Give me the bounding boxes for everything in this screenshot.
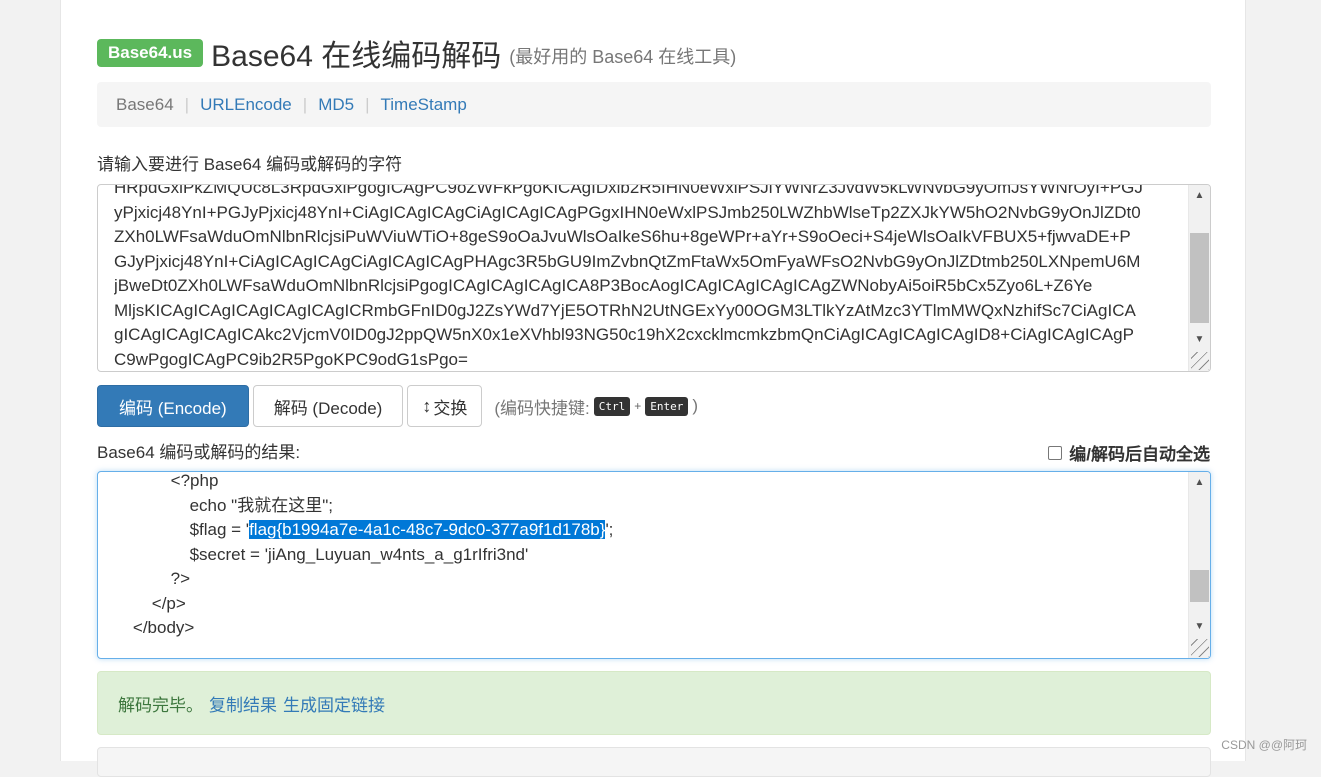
shortcut-plus: + [634, 399, 641, 413]
enter-key: Enter [645, 397, 688, 416]
autoselect-checkbox[interactable] [1048, 446, 1062, 460]
input-line: C9wPgogICAgPC9ib2R5PgoKPC9odG1sPgo= [114, 348, 1184, 373]
output-line: echo "我就在这里"; [114, 494, 1184, 519]
output-text[interactable]: <?php echo "我就在这里"; $flag = 'flag{b1994a… [114, 471, 1184, 641]
output-line: <?php [114, 471, 1184, 494]
input-line: MljsKICAgICAgICAgICAgICAgICRmbGFnID0gJ2Z… [114, 299, 1184, 324]
scroll-thumb[interactable] [1190, 570, 1209, 602]
copy-result-link[interactable]: 复制结果 [209, 691, 277, 716]
nav-separator: | [303, 95, 307, 115]
watermark: CSDN @@阿珂 [1221, 736, 1307, 753]
input-line: ZXh0LWFsaWduOmNlbnRlcjsiPuWViuWTiO+8geS9… [114, 225, 1184, 250]
result-status: 解码完毕。 [118, 691, 203, 716]
autoselect-label: 编/解码后自动全选 [1069, 440, 1210, 465]
scroll-down-icon[interactable]: ▼ [1189, 618, 1210, 636]
input-textarea[interactable]: HRpdGxlPkZMQUc8L3RpdGxlPgogICAgPC9oZWFkP… [97, 184, 1211, 372]
nav-item-urlencode[interactable]: URLEncode [200, 95, 292, 115]
input-line: yPjxicj48YnI+PGJyPjxicj48YnI+CiAgICAgICA… [114, 201, 1184, 226]
decode-button[interactable]: 解码 (Decode) [253, 385, 404, 427]
permalink-link[interactable]: 生成固定链接 [283, 691, 385, 716]
scroll-up-icon[interactable]: ▲ [1189, 474, 1210, 492]
flag-selection[interactable]: flag{b1994a7e-4a1c-48c7-9dc0-377a9f1d178… [249, 520, 605, 539]
nav-separator: | [365, 95, 369, 115]
swap-arrow-icon: ↕ [422, 396, 431, 417]
header: Base64.us Base64 在线编码解码 (最好用的 Base64 在线工… [97, 30, 1211, 76]
output-line: </body> [114, 616, 1184, 641]
input-text[interactable]: HRpdGxlPkZMQUc8L3RpdGxlPgogICAgPC9oZWFkP… [114, 184, 1184, 372]
shortcut-suffix: ) [692, 396, 698, 416]
swap-button[interactable]: ↕ 交换 [407, 385, 482, 427]
output-scrollbar[interactable]: ▲ ▼ [1188, 472, 1210, 658]
result-alert: 解码完毕。 复制结果 生成固定链接 [97, 671, 1211, 735]
nav-item-timestamp[interactable]: TimeStamp [381, 95, 467, 115]
encode-button[interactable]: 编码 (Encode) [97, 385, 249, 427]
input-line: gICAgICAgICAgICAkc2VjcmV0ID0gJ2ppQW5nX0x… [114, 323, 1184, 348]
output-line: $flag = 'flag{b1994a7e-4a1c-48c7-9dc0-37… [114, 518, 1184, 543]
output-textarea[interactable]: <?php echo "我就在这里"; $flag = 'flag{b1994a… [97, 471, 1211, 659]
page-container: Base64.us Base64 在线编码解码 (最好用的 Base64 在线工… [60, 0, 1246, 761]
page-subtitle: (最好用的 Base64 在线工具) [509, 43, 736, 69]
input-label: 请输入要进行 Base64 编码或解码的字符 [97, 150, 402, 175]
input-line: HRpdGxlPkZMQUc8L3RpdGxlPgogICAgPC9oZWFkP… [114, 184, 1184, 201]
site-badge[interactable]: Base64.us [97, 39, 203, 67]
page-title: Base64 在线编码解码 [211, 31, 501, 75]
autoselect-option[interactable]: 编/解码后自动全选 [1048, 440, 1210, 465]
scroll-down-icon[interactable]: ▼ [1189, 331, 1210, 349]
input-line: GJyPjxicj48YnI+CiAgICAgICAgCiAgICAgICAgP… [114, 250, 1184, 275]
shortcut-prefix: (编码快捷键: [494, 394, 589, 419]
output-line: ?> [114, 567, 1184, 592]
ctrl-key: Ctrl [594, 397, 631, 416]
shortcut-hint: (编码快捷键: Ctrl + Enter ) [494, 394, 698, 419]
nav-item-md5[interactable]: MD5 [318, 95, 354, 115]
action-row: 编码 (Encode) 解码 (Decode) ↕ 交换 (编码快捷键: Ctr… [97, 385, 698, 427]
flag-prefix: $flag = ' [114, 520, 249, 539]
output-label: Base64 编码或解码的结果: [97, 438, 300, 463]
resize-grip-icon[interactable] [1191, 639, 1209, 657]
swap-label: 交换 [433, 394, 467, 419]
scroll-up-icon[interactable]: ▲ [1189, 187, 1210, 205]
bottom-panel [97, 747, 1211, 777]
resize-grip-icon[interactable] [1191, 352, 1209, 370]
scroll-thumb[interactable] [1190, 233, 1209, 323]
input-scrollbar[interactable]: ▲ ▼ [1188, 185, 1210, 371]
flag-suffix: '; [605, 520, 613, 539]
input-line: jBweDt0ZXh0LWFsaWduOmNlbnRlcjsiPgogICAgI… [114, 274, 1184, 299]
output-line: $secret = 'jiAng_Luyuan_w4nts_a_g1rIfri3… [114, 543, 1184, 568]
nav-bar: Base64 | URLEncode | MD5 | TimeStamp [97, 82, 1211, 127]
nav-item-base64[interactable]: Base64 [116, 95, 174, 115]
nav-separator: | [185, 95, 189, 115]
output-line: </p> [114, 592, 1184, 617]
